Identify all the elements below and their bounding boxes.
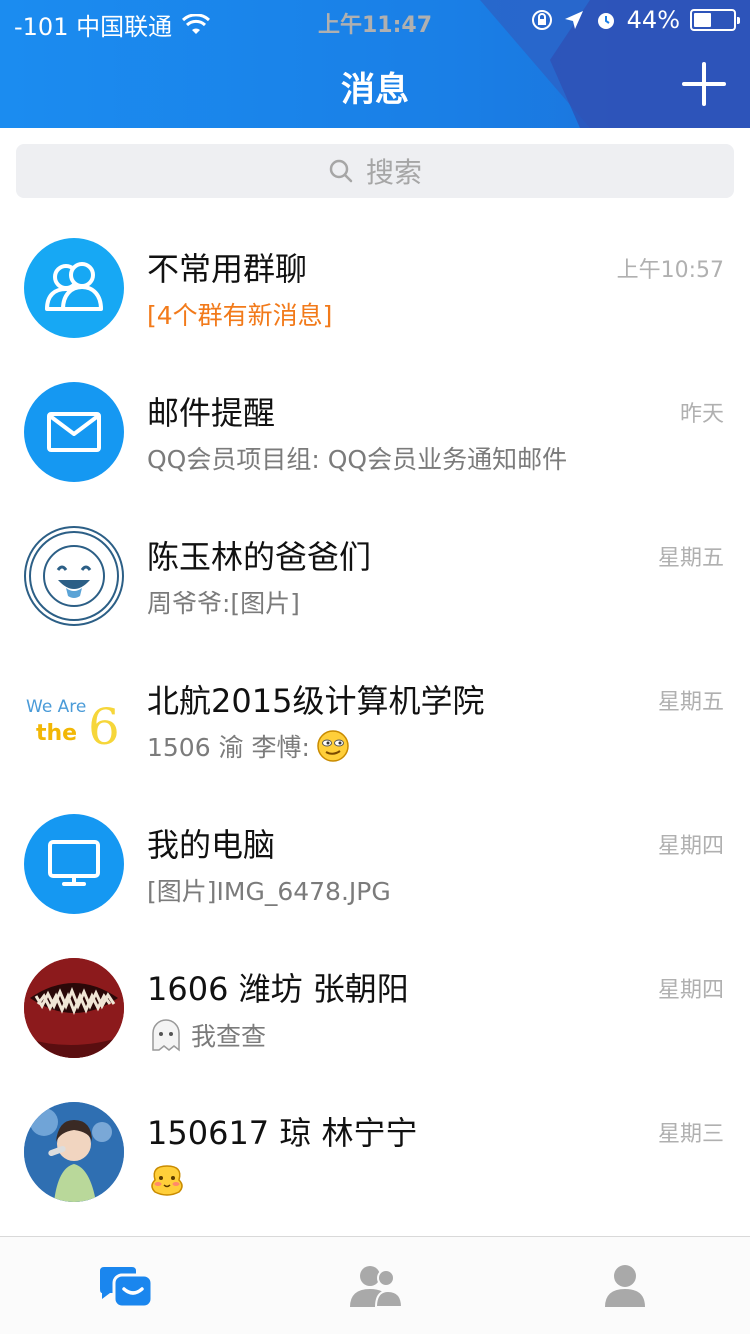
preview-text: 我查查: [191, 1022, 267, 1051]
contacts-icon: [350, 1266, 404, 1308]
conversation-preview: [4个群有新消息]: [147, 296, 332, 332]
tab-profile[interactable]: [500, 1237, 750, 1334]
mouth-art: [24, 958, 124, 1058]
university-seal-avatar: [24, 526, 124, 626]
conversation-time: 昨天: [679, 402, 724, 427]
conversation-name: 陈玉林的爸爸们: [147, 538, 372, 576]
tab-contacts[interactable]: [250, 1237, 500, 1334]
conversation-preview: [147, 1160, 193, 1200]
group-icon: [45, 262, 103, 311]
conversation-time: 星期三: [657, 1122, 724, 1147]
conversation-name: 150617 琼 林宁宁: [147, 1114, 418, 1152]
alarm-icon: [597, 13, 614, 29]
photo-art: [24, 1102, 124, 1202]
blush-emoji-icon: [151, 1165, 183, 1196]
logo-the: the: [36, 721, 77, 746]
location-icon: [564, 11, 583, 29]
status-bar: -101 中国联通 上午11:47 44%: [0, 0, 750, 41]
logo-we-are: We Are: [26, 697, 86, 717]
status-right: 44%: [531, 6, 740, 34]
preview-text: 1506 渝 李愽:: [147, 733, 310, 762]
avatar: [24, 814, 124, 914]
tab-bar: [0, 1236, 750, 1334]
battery-icon: [690, 9, 740, 31]
search-placeholder: 搜索: [365, 156, 422, 189]
profile-icon: [605, 1265, 645, 1307]
conversation-row[interactable]: 1606 潍坊 张朝阳 我查查 星期四: [0, 936, 750, 1080]
conversation-row[interactable]: 不常用群聊 [4个群有新消息] 上午10:57: [0, 216, 750, 360]
preview-text: 周爷爷:[图片]: [147, 589, 300, 618]
conversation-name: 邮件提醒: [147, 394, 276, 432]
search-bar[interactable]: 搜索: [16, 144, 734, 198]
conversation-row[interactable]: 150617 琼 林宁宁 星期三: [0, 1080, 750, 1224]
conversation-row[interactable]: 陈玉林的爸爸们 周爷爷:[图片] 星期五: [0, 504, 750, 648]
header: -101 中国联通 上午11:47 44% 消息: [0, 0, 750, 128]
tab-messages[interactable]: [0, 1237, 250, 1334]
rotation-lock-icon: [531, 10, 552, 30]
singer-photo-avatar: [24, 1102, 124, 1202]
conversation-preview: 1506 渝 李愽:: [147, 728, 350, 764]
conversation-time: 上午10:57: [616, 258, 724, 283]
ghost-emoji-icon: [152, 1019, 180, 1052]
conversation-time: 星期五: [657, 690, 724, 715]
computer-icon: [48, 840, 100, 886]
conversation-time: 星期五: [657, 546, 724, 571]
conversation-time: 星期四: [657, 834, 724, 859]
smirk-emoji-icon: [317, 730, 349, 762]
search-icon: [329, 159, 353, 183]
conversation-preview: [图片]IMG_6478.JPG: [147, 872, 391, 908]
conversation-row[interactable]: We Are the 6 北航2015级计算机学院 1506 渝 李愽: 星期五: [0, 648, 750, 792]
red-mouth-avatar: [24, 958, 124, 1058]
avatar: [24, 382, 124, 482]
mail-icon: [47, 412, 101, 452]
conversation-name: 1606 潍坊 张朝阳: [147, 970, 409, 1008]
battery-fill: [694, 13, 711, 27]
conversation-name: 不常用群聊: [147, 250, 308, 288]
conversation-list: 不常用群聊 [4个群有新消息] 上午10:57 邮件提醒 QQ会员项目组: QQ…: [0, 216, 750, 1224]
preview-text: [图片]IMG_6478.JPG: [147, 877, 391, 906]
conversation-preview: 周爷爷:[图片]: [147, 584, 300, 620]
page-title: 消息: [341, 70, 409, 110]
preview-text: [4个群有新消息]: [147, 301, 333, 330]
add-icon[interactable]: [682, 62, 726, 106]
conversation-name: 我的电脑: [147, 826, 276, 864]
conversation-time: 星期四: [657, 978, 724, 1003]
logo-art: We Are the 6: [26, 697, 120, 756]
battery-percent: 44%: [626, 6, 680, 34]
conversation-row[interactable]: 我的电脑 [图片]IMG_6478.JPG 星期四: [0, 792, 750, 936]
we-are-the-6-logo: We Are the 6: [24, 670, 124, 770]
seal-face-icon: [29, 531, 119, 621]
conversation-name: 北航2015级计算机学院: [147, 682, 485, 720]
preview-text: QQ会员项目组: QQ会员业务通知邮件: [147, 445, 568, 474]
avatar: [24, 238, 124, 338]
logo-six: 6: [88, 698, 120, 756]
conversation-preview: QQ会员项目组: QQ会员业务通知邮件: [147, 440, 567, 476]
messages-icon: [100, 1267, 154, 1309]
conversation-preview: 我查查: [147, 1016, 266, 1054]
conversation-row[interactable]: 邮件提醒 QQ会员项目组: QQ会员业务通知邮件 昨天: [0, 360, 750, 504]
